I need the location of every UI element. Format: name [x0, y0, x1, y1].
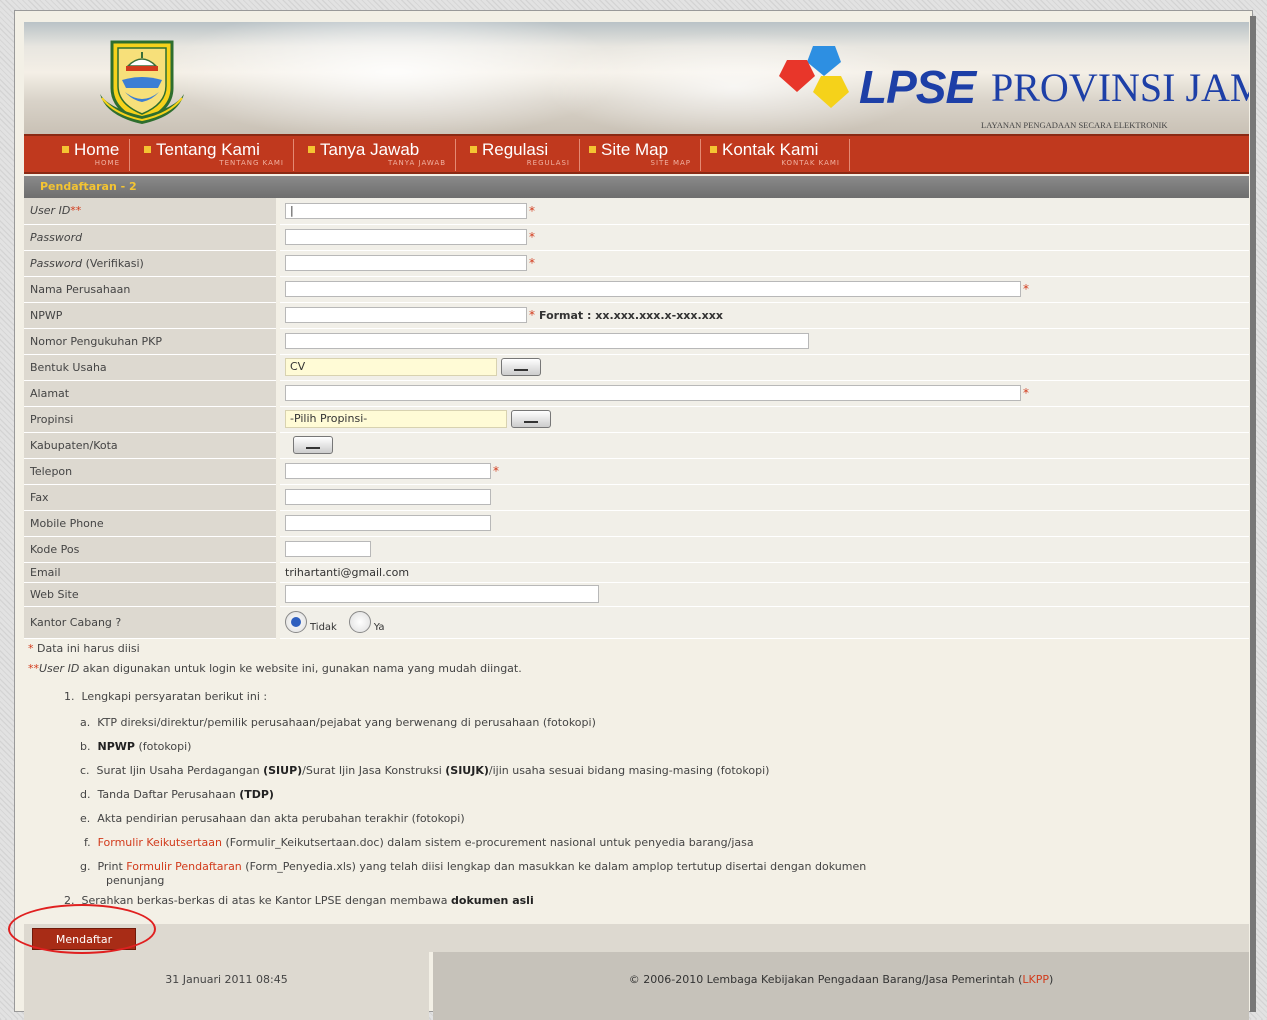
label-kabupaten: Kabupaten/Kota [24, 432, 280, 459]
fax-input[interactable] [285, 489, 491, 505]
required-marker: * [1023, 282, 1029, 296]
radio-ya[interactable] [348, 611, 371, 633]
footer-copyright: © 2006-2010 Lembaga Kebijakan Pengadaan … [433, 952, 1249, 1020]
highlight-circle [8, 904, 156, 954]
label-nama-perusahaan: Nama Perusahaan [24, 276, 280, 303]
nav-label: Tanya Jawab [320, 140, 420, 159]
nav-home[interactable]: Home HOME [62, 139, 130, 171]
pkp-input[interactable] [285, 333, 809, 349]
note-user-id: akan digunakan untuk login ke website in… [82, 662, 522, 675]
mobile-phone-input[interactable] [285, 515, 491, 531]
site-header: LPSE PROVINSI JAMBI LAYANAN PENGADAAN SE… [24, 22, 1249, 134]
nav-sublabel: KONTAK KAMI [781, 159, 840, 167]
required-marker: * [529, 230, 535, 244]
label-user-id: User ID** [24, 198, 280, 225]
bullet-icon [144, 146, 151, 153]
label-propinsi: Propinsi [24, 406, 280, 433]
website-input[interactable] [285, 585, 599, 603]
nav-tanya-jawab[interactable]: Tanya Jawab TANYA JAWAB [308, 139, 456, 171]
telepon-input[interactable] [285, 463, 491, 479]
lkpp-link[interactable]: LKPP [1022, 973, 1049, 986]
nav-label: Home [74, 140, 120, 159]
required-marker: * [493, 464, 499, 478]
footer-datetime: 31 Januari 2011 08:45 [24, 952, 429, 1020]
nav-sublabel: SITE MAP [650, 159, 691, 167]
radio-tidak-label: Tidak [310, 622, 337, 633]
required-marker: * [529, 203, 535, 218]
registration-form: User ID** | * Password * Password (Verifi… [24, 198, 1249, 639]
formulir-pendaftaran-link[interactable]: Formulir Pendaftaran [126, 860, 241, 873]
section-title: Pendaftaran - 2 [24, 176, 1249, 198]
nav-site-map[interactable]: Site Map SITE MAP [589, 139, 701, 171]
radio-tidak[interactable] [285, 611, 307, 633]
radio-ya-label: Ya [373, 622, 385, 633]
user-id-input[interactable]: | [285, 202, 527, 219]
nav-sublabel: REGULASI [526, 159, 570, 167]
nav-sublabel: HOME [94, 159, 120, 167]
label-npwp: NPWP [24, 302, 280, 329]
bullet-icon [470, 146, 477, 153]
nav-sublabel: TANYA JAWAB [388, 159, 446, 167]
nav-label: Tentang Kami [156, 140, 260, 159]
propinsi-select[interactable]: -Pilih Propinsi- [285, 410, 507, 428]
npwp-input[interactable] [285, 307, 527, 323]
label-password-verify: Password (Verifikasi) [24, 250, 280, 277]
nav-regulasi[interactable]: Regulasi REGULASI [470, 139, 580, 171]
label-password: Password [24, 224, 280, 251]
label-mobile: Mobile Phone [24, 510, 280, 537]
bentuk-usaha-dropdown-button[interactable] [500, 358, 541, 376]
tagline: LAYANAN PENGADAAN SECARA ELEKTRONIK [981, 120, 1168, 130]
required-marker: * [1023, 386, 1029, 400]
label-telepon: Telepon [24, 458, 280, 485]
main-nav: Home HOME Tentang Kami TENTANG KAMI Tany… [24, 134, 1249, 174]
label-bentuk-usaha: Bentuk Usaha [24, 354, 280, 381]
lpse-logo: LPSE PROVINSI JAMBI LAYANAN PENGADAAN SE… [769, 42, 1249, 130]
nav-label: Regulasi [482, 140, 549, 159]
nav-tentang-kami[interactable]: Tentang Kami TENTANG KAMI [144, 139, 294, 171]
email-value: trihartanti@gmail.com [278, 562, 1249, 583]
formulir-keikutsertaan-link[interactable]: Formulir Keikutsertaan [98, 836, 222, 849]
kode-pos-input[interactable] [285, 541, 371, 557]
req-a: KTP direksi/direktur/pemilik perusahaan/… [97, 716, 596, 729]
lpse-wordmark: LPSE [859, 61, 976, 113]
nav-sublabel: TENTANG KAMI [219, 159, 284, 167]
jambi-emblem-icon [100, 40, 184, 124]
label-pkp: Nomor Pengukuhan PKP [24, 328, 280, 355]
bullet-icon [589, 146, 596, 153]
kabupaten-dropdown-button[interactable] [293, 436, 333, 454]
bentuk-usaha-select[interactable]: CV [285, 358, 497, 376]
submit-bar: Mendaftar [24, 924, 1249, 952]
bullet-icon [710, 146, 717, 153]
nama-perusahaan-input[interactable] [285, 281, 1021, 297]
label-kode-pos: Kode Pos [24, 536, 280, 563]
province-title: PROVINSI JAMBI [991, 65, 1249, 110]
nav-kontak-kami[interactable]: Kontak Kami KONTAK KAMI [710, 139, 850, 171]
propinsi-dropdown-button[interactable] [510, 410, 551, 428]
label-email: Email [24, 562, 280, 583]
password-verify-input[interactable] [285, 255, 527, 271]
bullet-icon [62, 146, 69, 153]
password-input[interactable] [285, 229, 527, 245]
label-website: Web Site [24, 582, 280, 607]
label-fax: Fax [24, 484, 280, 511]
nav-label: Site Map [601, 140, 669, 159]
npwp-format-hint: Format : xx.xxx.xxx.x-xxx.xxx [539, 308, 723, 322]
label-kantor-cabang: Kantor Cabang ? [24, 606, 280, 639]
nav-label: Kontak Kami [722, 140, 819, 159]
bullet-icon [308, 146, 315, 153]
step-1: Lengkapi persyaratan berikut ini : [81, 690, 268, 703]
note-required: Data ini harus diisi [37, 642, 140, 655]
required-marker: * [529, 308, 535, 322]
required-marker: * [529, 256, 535, 270]
label-alamat: Alamat [24, 380, 280, 407]
alamat-input[interactable] [285, 385, 1021, 401]
